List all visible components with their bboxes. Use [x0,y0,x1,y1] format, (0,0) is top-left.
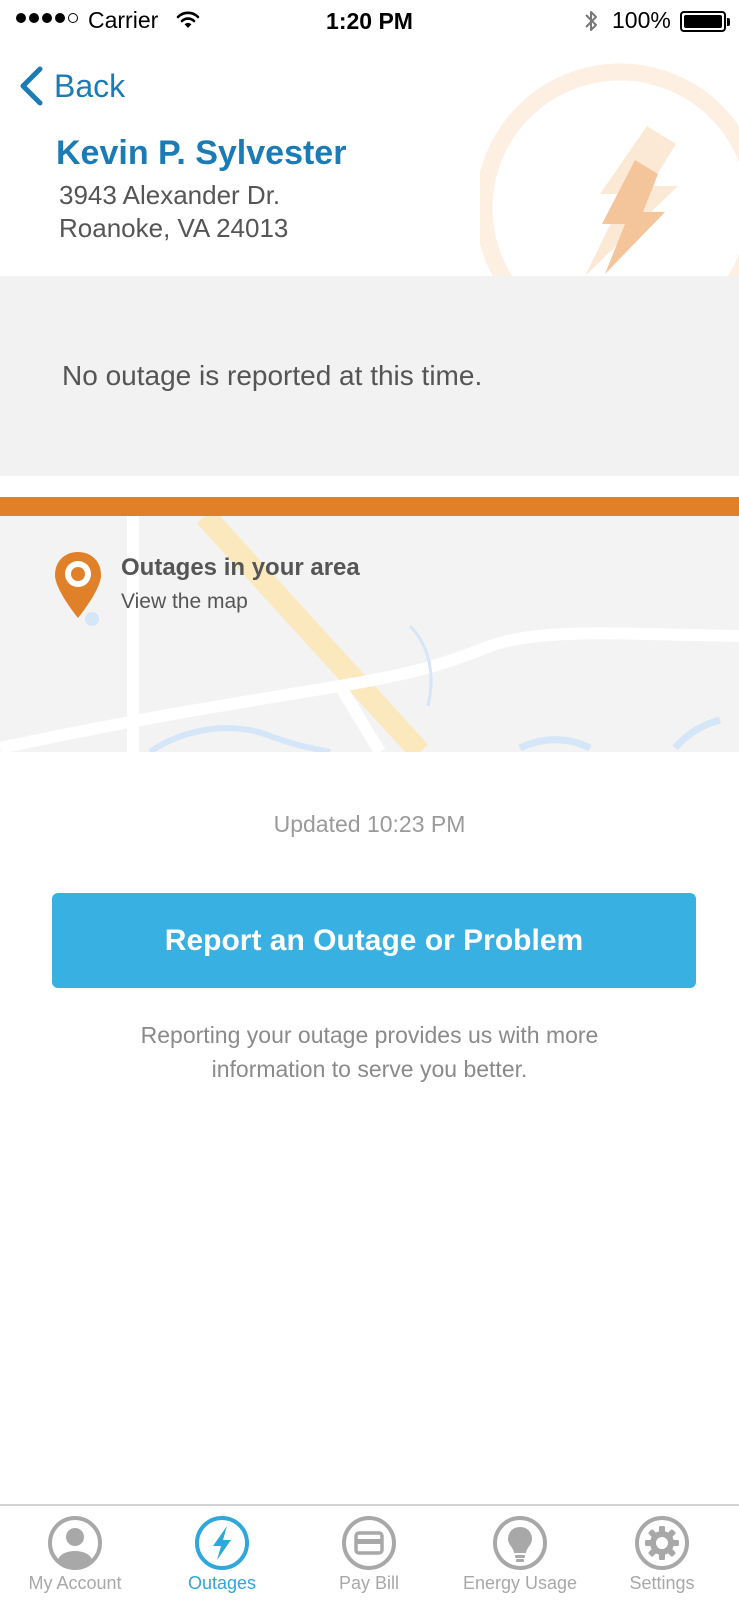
tab-energy-usage[interactable]: Energy Usage [454,1506,586,1600]
chevron-left-icon [20,66,43,106]
outage-status-message: No outage is reported at this time. [62,360,483,391]
tab-settings[interactable]: Settings [612,1506,712,1600]
map-pin-icon [55,552,101,618]
report-helper-line-1: Reporting your outage provides us with m… [140,1022,599,1048]
tab-label: My Account [28,1573,122,1593]
tab-my-account[interactable]: My Account [14,1506,136,1600]
map-card-title: Outages in your area [121,554,360,581]
tab-pay-bill[interactable]: Pay Bill [319,1506,419,1600]
map-background [0,516,739,752]
bulb-icon [493,1516,547,1570]
address-line-2: Roanoke, VA 24013 [59,213,289,243]
account-icon [48,1516,102,1570]
bluetooth-icon [585,11,597,31]
battery-percentage: 100% [612,7,671,33]
account-name: Kevin P. Sylvester [56,134,347,172]
tab-label: Outages [187,1573,257,1593]
back-label: Back [54,67,126,104]
last-updated-timestamp: Updated 10:23 PM [273,811,466,837]
card-icon [342,1516,396,1570]
back-button[interactable]: Back [18,66,125,106]
accent-divider [0,497,739,516]
tab-label: Settings [629,1573,695,1593]
bolt-icon [195,1516,249,1570]
gear-icon [635,1516,689,1570]
outage-status-panel: No outage is reported at this time. [0,276,739,476]
view-map-link[interactable]: View the map [121,590,248,614]
tab-outages[interactable]: Outages [172,1506,272,1600]
report-helper-line-2: information to serve you better. [211,1056,528,1082]
tab-label: Pay Bill [338,1573,400,1593]
battery-icon [680,11,730,32]
report-helper-text: Reporting your outage provides us with m… [0,1018,739,1086]
tab-bar: My Account Outages Pay Bill Energy Usage [0,1504,739,1600]
decorative-bolt-icon [480,63,739,276]
report-outage-button[interactable]: Report an Outage or Problem [52,893,696,988]
address-line-1: 3943 Alexander Dr. [59,180,281,210]
account-header: Back Kevin P. Sylvester 3943 Alexander D… [0,44,739,276]
outage-map-card[interactable]: Outages in your area View the map [0,516,739,752]
status-bar: Carrier 1:20 PM 100% [0,0,739,44]
tab-label: Energy Usage [462,1573,578,1593]
